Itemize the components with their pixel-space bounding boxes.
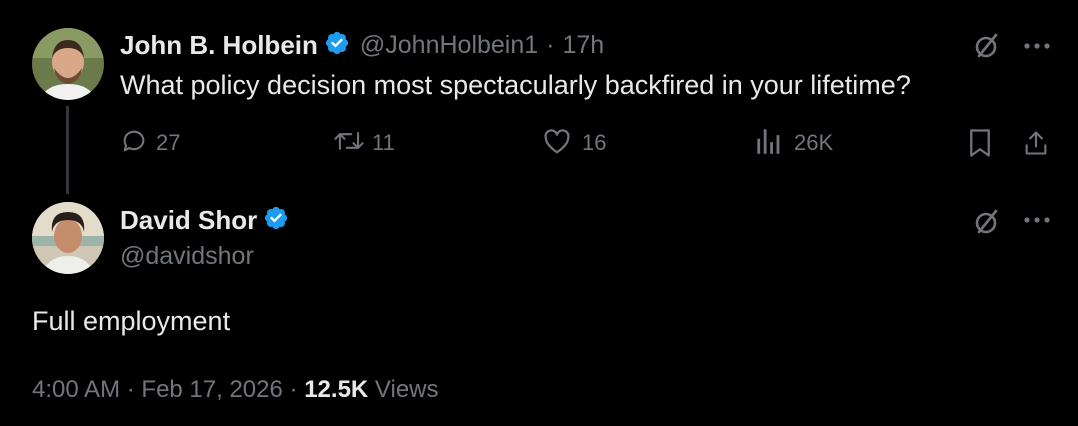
author-handle[interactable]: @JohnHolbein1 bbox=[360, 31, 538, 60]
views-count: 12.5K bbox=[304, 376, 369, 403]
more-icon[interactable] bbox=[1022, 36, 1052, 61]
avatar-david-shor[interactable] bbox=[32, 202, 104, 274]
timestamp[interactable]: 17h bbox=[563, 31, 605, 60]
like-icon bbox=[542, 127, 572, 160]
verified-badge-icon bbox=[263, 205, 289, 236]
avatar-john-holbein[interactable] bbox=[32, 28, 104, 100]
reply-count: 27 bbox=[156, 130, 181, 155]
views-button[interactable]: 26K bbox=[756, 128, 833, 158]
repost-button[interactable]: 11 bbox=[332, 128, 395, 158]
separator: · bbox=[289, 376, 298, 403]
tweet-text: What policy decision most spectacularly … bbox=[120, 70, 911, 100]
views-label: Views bbox=[374, 376, 439, 403]
tweet-metadata: 4:00 AM · Feb 17, 2026 · 12.5K Views bbox=[32, 376, 439, 404]
repost-icon bbox=[332, 127, 366, 160]
reply-text: Full employment bbox=[32, 306, 231, 336]
reply-header: David Shor bbox=[120, 203, 289, 237]
views-icon bbox=[756, 127, 782, 160]
like-count: 16 bbox=[582, 130, 607, 155]
reply-icon bbox=[120, 127, 148, 160]
like-button[interactable]: 16 bbox=[542, 128, 606, 158]
author-name[interactable]: John B. Holbein bbox=[120, 30, 318, 61]
grok-icon[interactable] bbox=[970, 206, 1002, 243]
separator: · bbox=[126, 376, 135, 403]
parent-header: John B. Holbein @JohnHolbein1 · 17h bbox=[120, 28, 604, 62]
thread-line bbox=[66, 106, 69, 194]
author-handle[interactable]: @davidshor bbox=[120, 242, 254, 271]
author-name[interactable]: David Shor bbox=[120, 205, 257, 236]
verified-badge-icon bbox=[324, 30, 350, 61]
post-date[interactable]: Feb 17, 2026 bbox=[141, 376, 282, 403]
grok-icon[interactable] bbox=[970, 30, 1002, 67]
views-count: 26K bbox=[794, 130, 834, 155]
repost-count: 11 bbox=[372, 130, 395, 155]
post-time[interactable]: 4:00 AM bbox=[32, 376, 120, 403]
separator: · bbox=[546, 30, 555, 59]
bookmark-icon[interactable] bbox=[966, 128, 994, 163]
more-icon[interactable] bbox=[1022, 210, 1052, 235]
share-icon[interactable] bbox=[1022, 128, 1050, 163]
reply-button[interactable]: 27 bbox=[120, 128, 180, 158]
